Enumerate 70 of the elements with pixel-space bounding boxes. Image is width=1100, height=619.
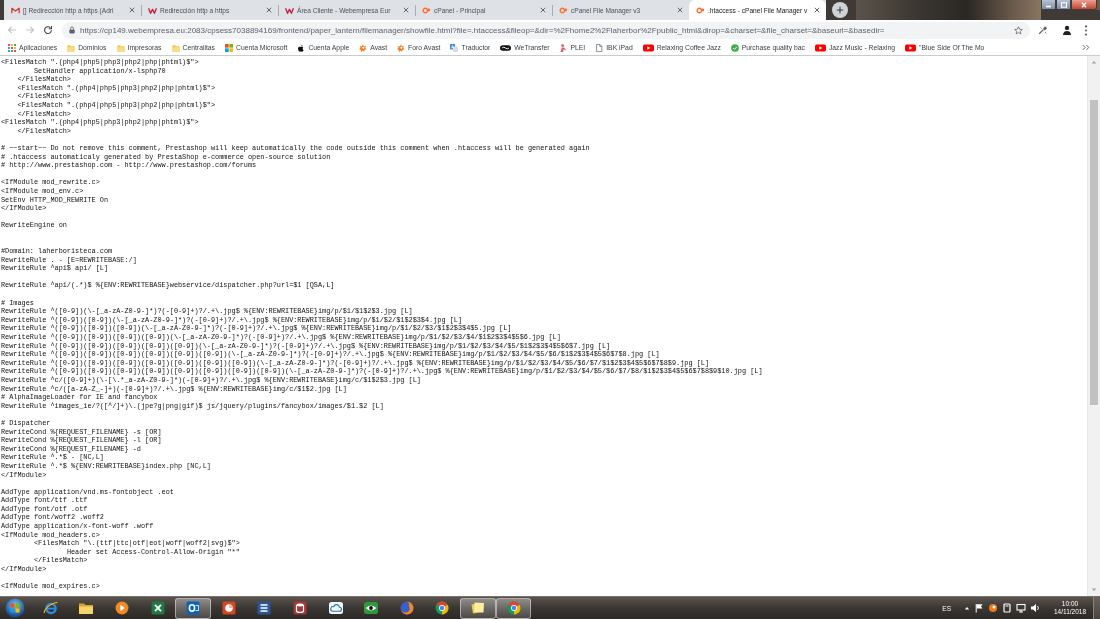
sticky-notes-icon (469, 600, 486, 616)
spreadsheet-icon (149, 600, 166, 616)
minimize-button[interactable] (1041, 0, 1056, 10)
splat-icon (359, 43, 368, 52)
close-window-button[interactable] (1071, 0, 1097, 10)
monitor-icon[interactable] (1016, 603, 1026, 613)
close-icon[interactable] (129, 7, 135, 13)
reload-icon[interactable] (43, 25, 53, 35)
play-icon (814, 43, 826, 52)
apple-icon (297, 43, 306, 52)
menu-icon[interactable] (1084, 24, 1088, 36)
taskbar-button[interactable] (175, 597, 211, 619)
close-icon[interactable] (403, 7, 409, 13)
play-icon (905, 43, 916, 52)
apps-grid-icon (8, 43, 16, 52)
close-icon[interactable] (814, 7, 820, 13)
scrollbar-thumb[interactable] (1090, 100, 1098, 405)
presentation-icon (220, 600, 237, 616)
globe-icon (398, 600, 415, 616)
address-bar[interactable] (62, 21, 1030, 39)
avatar-icon[interactable] (1062, 25, 1072, 35)
maximize-button[interactable] (1056, 0, 1071, 10)
maximize-icon (1059, 1, 1068, 8)
folder-icon (116, 43, 125, 52)
close-icon[interactable] (540, 7, 546, 13)
close-icon[interactable] (677, 7, 683, 13)
cloud-icon (327, 600, 344, 616)
squares-logo-icon (225, 43, 233, 52)
folder-icon (171, 43, 180, 52)
translate-icon (450, 43, 459, 52)
scrollbar[interactable] (1087, 56, 1100, 596)
mail-icon (185, 600, 202, 616)
close-icon (1080, 1, 1088, 8)
internet-icon (42, 600, 59, 616)
eye-icon (363, 600, 380, 616)
zigzag-logo-icon (148, 6, 157, 14)
figure-icon (559, 43, 568, 52)
page-icon (595, 43, 604, 52)
chevrons-icon[interactable] (1082, 44, 1090, 51)
star-icon[interactable] (1014, 25, 1023, 35)
play-icon (642, 43, 654, 52)
splat-icon[interactable] (988, 603, 998, 613)
browser-icon (434, 600, 451, 616)
browser-icon (505, 600, 522, 616)
show-desktop-button[interactable] (1093, 597, 1100, 619)
envelope-icon (11, 6, 20, 14)
check-circle-icon (730, 43, 739, 52)
plus-icon (836, 6, 844, 14)
ring-logo-icon (696, 6, 705, 14)
folder-icon (67, 43, 76, 52)
new-tab-button[interactable] (832, 2, 848, 18)
start-orb-icon (5, 598, 25, 618)
start-button[interactable] (3, 597, 27, 619)
flag-icon[interactable] (974, 603, 984, 613)
wave-logo-icon (500, 43, 512, 52)
brush-icon[interactable] (1038, 25, 1048, 35)
close-icon[interactable] (266, 7, 272, 13)
document-icon (256, 600, 273, 616)
taskbar-button[interactable] (460, 597, 496, 619)
lock-icon (69, 26, 75, 34)
play-circle-icon (114, 600, 130, 616)
ring-logo-icon (559, 6, 568, 14)
zigzag-logo-icon (285, 6, 294, 14)
volume-icon[interactable] (1030, 603, 1040, 613)
ring-logo-icon (422, 6, 431, 14)
url-text: https://cp149.webempresa.eu:2083/cpsess7038894169/frontend/paper_lantern/filemanager/showfile.html?file=.htaccess&fileop=&dir=%2Fhome2%2Flaherbor%2Fpublic_html&dirop=&charset=&file_charset=&baseurl=&basedir= (80, 25, 886, 35)
database-icon (291, 600, 308, 616)
device-icon[interactable] (1002, 603, 1012, 613)
taskbar-button[interactable] (495, 597, 532, 619)
splat-icon (397, 43, 406, 52)
